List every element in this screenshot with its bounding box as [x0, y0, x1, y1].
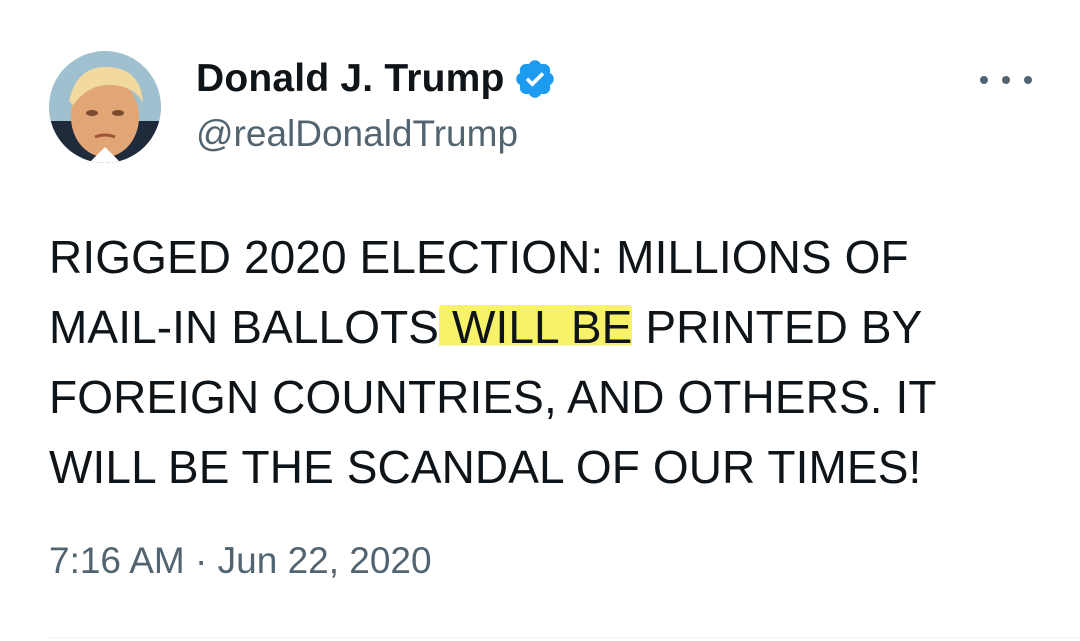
author-display-name[interactable]: Donald J. Trump — [196, 57, 505, 101]
more-horizontal-icon-dot — [1024, 76, 1032, 84]
divider — [49, 637, 1080, 638]
avatar[interactable] — [49, 51, 161, 163]
more-horizontal-icon — [980, 76, 988, 84]
avatar-image — [49, 51, 161, 163]
tweet-timestamp[interactable]: 7:16 AM · Jun 22, 2020 — [49, 540, 432, 582]
tweet-text-line: FOREIGN COUNTRIES, AND OTHERS. IT — [49, 371, 937, 423]
more-options-button[interactable] — [980, 60, 1032, 100]
tweet-card: Donald J. Trump @realDonaldTrump RIGGED … — [0, 0, 1080, 641]
author-handle[interactable]: @realDonaldTrump — [196, 113, 518, 155]
author-name-row: Donald J. Trump — [196, 54, 557, 104]
highlighted-text: WILL BE — [439, 301, 633, 353]
verified-badge-icon — [513, 57, 557, 101]
tweet-text: RIGGED 2020 ELECTION: MILLIONS OF MAIL-I… — [49, 222, 1039, 502]
tweet-text-line: WILL BE THE SCANDAL OF OUR TIMES! — [49, 441, 922, 493]
tweet-text-line: RIGGED 2020 ELECTION: MILLIONS OF — [49, 231, 909, 283]
tweet-text-line: MAIL-IN BALLOTS WILL BE PRINTED BY — [49, 292, 1039, 362]
more-horizontal-icon-dot — [1002, 76, 1010, 84]
tweet-text-segment: MAIL-IN BALLOTS — [49, 301, 440, 353]
tweet-text-segment: PRINTED BY — [632, 301, 923, 353]
